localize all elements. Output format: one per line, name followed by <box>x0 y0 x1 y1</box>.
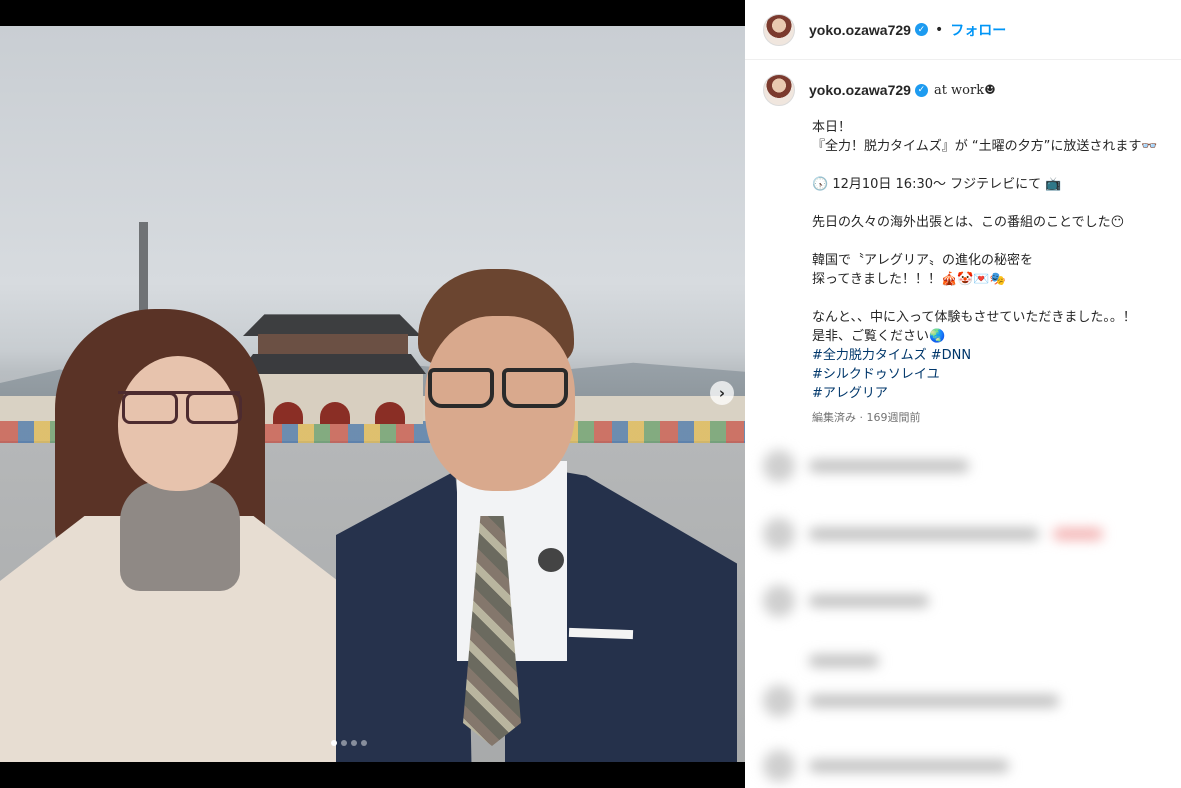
hashtag-link[interactable]: #アレグリア <box>812 384 1173 403</box>
post-header: yoko.ozawa729 ✓ • フォロー <box>745 0 1181 60</box>
comment-row <box>763 518 1103 550</box>
comment-row <box>763 685 1059 717</box>
carousel-dot <box>331 740 337 746</box>
caption-text: 本日！ 『全力！脱力タイムズ』が “土曜の夕方”に放送されます👓 🕟 12月10… <box>812 120 1158 344</box>
verified-badge-icon: ✓ <box>914 83 928 97</box>
avatar[interactable] <box>763 74 795 106</box>
post-side-panel: yoko.ozawa729 ✓ • フォロー yoko.ozawa729 ✓ a… <box>745 0 1181 788</box>
post-photo <box>0 26 745 762</box>
username-link[interactable]: yoko.ozawa729 <box>809 22 911 38</box>
comment-row <box>763 585 929 617</box>
carousel-dot <box>341 740 347 746</box>
carousel-dot <box>361 740 367 746</box>
chevron-right-icon: › <box>718 383 726 402</box>
location-text: at work☻ <box>933 82 996 98</box>
follow-button[interactable]: フォロー <box>950 20 1006 40</box>
post-meta: 編集済み · 169週間前 <box>812 411 921 424</box>
hashtag-link[interactable]: #シルクドゥソレイユ <box>812 365 1173 384</box>
hashtag-link[interactable]: #全力脱力タイムズ #DNN <box>812 346 1173 365</box>
blurred-comments <box>745 440 1181 788</box>
hashtag-list: #全力脱力タイムズ #DNN #シルクドゥソレイユ #アレグリア <box>812 346 1173 403</box>
carousel-dot <box>351 740 357 746</box>
username-link[interactable]: yoko.ozawa729 <box>809 82 911 98</box>
caption-block: yoko.ozawa729 ✓ at work☻ 本日！ 『全力！脱力タイムズ』… <box>763 74 1173 425</box>
comment-row <box>763 450 969 482</box>
separator-dot: • <box>934 21 944 38</box>
comment-row <box>763 645 879 677</box>
avatar[interactable] <box>763 13 795 46</box>
verified-badge-icon: ✓ <box>914 23 928 36</box>
comment-row <box>763 750 1009 782</box>
instagram-post-view: › yoko.ozawa729 ✓ • フォロー yoko.ozawa729 ✓… <box>0 0 1181 788</box>
carousel-indicator <box>331 740 367 746</box>
media-panel: › <box>0 0 745 788</box>
carousel-next-button[interactable]: › <box>710 381 734 405</box>
